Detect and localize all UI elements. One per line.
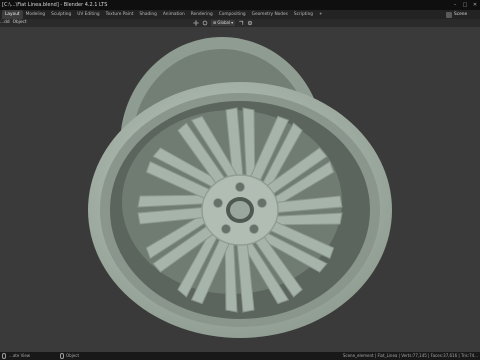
window-controls: – □ ✕ xyxy=(452,2,478,8)
status-hint: ...ate View xyxy=(9,353,31,358)
header-menu: ...dd Object xyxy=(0,19,27,27)
status-mode: Object xyxy=(66,353,80,358)
wheel-center-cap xyxy=(230,201,250,219)
maximize-button[interactable]: □ xyxy=(462,2,468,8)
move-icon[interactable] xyxy=(193,20,199,26)
tab-animation[interactable]: Animation xyxy=(160,10,188,19)
scene-name: Scene xyxy=(454,12,468,17)
scene-selector[interactable]: Scene xyxy=(446,11,478,18)
minimize-button[interactable]: – xyxy=(452,2,458,8)
tab-uv-editing[interactable]: UV Editing xyxy=(74,10,102,19)
proportional-edit-icon[interactable] xyxy=(247,20,253,26)
tab-texture-paint[interactable]: Texture Paint xyxy=(103,10,137,19)
status-middle: Object xyxy=(60,352,79,360)
chevron-down-icon: ▾ xyxy=(231,20,234,25)
menu-add[interactable]: ...dd xyxy=(0,19,10,27)
tab-shading[interactable]: Shading xyxy=(136,10,159,19)
3d-viewport[interactable] xyxy=(0,27,480,352)
tab-layout[interactable]: Layout xyxy=(2,10,23,19)
status-bar: ...ate View Object Scene_element | Fiat_… xyxy=(0,352,480,360)
orientation-dropdown[interactable]: ⊞ Global ▾ xyxy=(211,20,236,26)
workspace-tabs: Layout Modeling Sculpting UV Editing Texture… xyxy=(2,10,326,19)
viewport-header: ...dd Object ⊞ Global ▾ xyxy=(0,19,480,27)
transform-tools: ⊞ Global ▾ xyxy=(193,20,253,26)
tab-add[interactable]: + xyxy=(316,10,326,19)
wheel-render xyxy=(88,37,392,338)
window-titlebar: [C:\...\Fiat Linea.blend] - Blender 4.2.… xyxy=(0,0,480,10)
tab-modeling[interactable]: Modeling xyxy=(23,10,49,19)
mouse-right-icon xyxy=(60,353,64,359)
orientation-icon: ⊞ xyxy=(213,20,217,25)
orientation-label: Global xyxy=(217,20,231,25)
menu-object[interactable]: Object xyxy=(13,19,27,27)
close-button[interactable]: ✕ xyxy=(472,2,478,8)
snap-icon[interactable] xyxy=(238,20,244,26)
scene-statistics: Scene_element | Fiat_Linea | Verts:77,14… xyxy=(342,353,478,358)
tab-geometry-nodes[interactable]: Geometry Nodes xyxy=(249,10,291,19)
tab-rendering[interactable]: Rendering xyxy=(188,10,216,19)
tab-sculpting[interactable]: Sculpting xyxy=(48,10,74,19)
mouse-icon xyxy=(2,353,6,359)
status-left: ...ate View xyxy=(2,352,30,360)
tab-compositing[interactable]: Compositing xyxy=(216,10,249,19)
scene-icon xyxy=(446,11,452,18)
tab-scripting[interactable]: Scripting xyxy=(291,10,316,19)
window-title: [C:\...\Fiat Linea.blend] - Blender 4.2.… xyxy=(2,2,108,8)
workspace-bar: Layout Modeling Sculpting UV Editing Texture… xyxy=(0,10,480,19)
rotate-icon[interactable] xyxy=(202,20,208,26)
